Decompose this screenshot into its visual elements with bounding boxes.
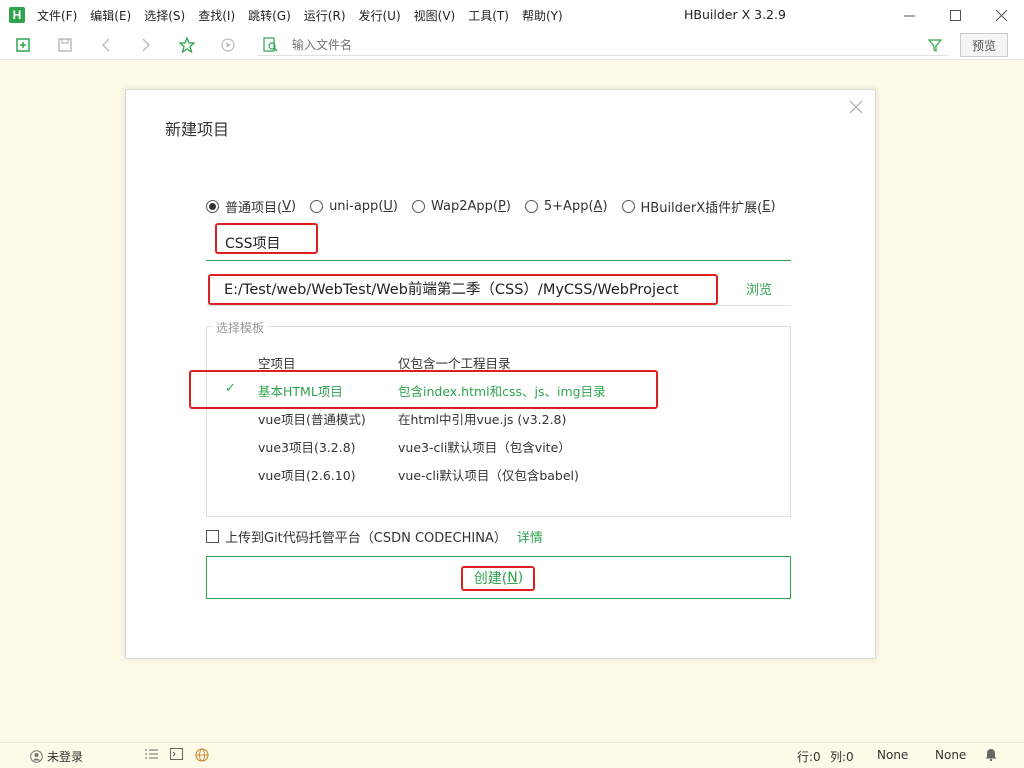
highlight-box-create: [461, 566, 535, 591]
git-detail-link[interactable]: 详情: [517, 527, 543, 546]
browse-link[interactable]: 浏览: [746, 279, 772, 298]
template-name: vue3项目(3.2.8): [258, 440, 356, 455]
template-desc: vue-cli默认项目（仅包含babel): [398, 468, 579, 483]
template-desc: 在html中引用vue.js (v3.2.8): [398, 412, 567, 427]
radio-unchecked-icon: [621, 200, 635, 213]
menu-tools[interactable]: 工具(T): [468, 7, 509, 24]
radio-hotkey: P: [497, 199, 506, 214]
radio-hotkey: E: [762, 199, 771, 214]
close-icon: [849, 100, 863, 114]
git-upload-label: 上传到Git代码托管平台（CSDN CODECHINA）: [225, 531, 507, 546]
template-row-vue-normal[interactable]: vue项目(普通模式) 在html中引用vue.js (v3.2.8): [207, 409, 790, 429]
col-indicator: 列:0: [830, 750, 854, 764]
filter-icon[interactable]: [926, 36, 944, 54]
toolbar: 预览: [0, 30, 1024, 60]
globe-icon[interactable]: [195, 748, 209, 765]
forward-icon[interactable]: [137, 36, 155, 54]
save-icon[interactable]: [56, 36, 74, 54]
radio-checked-icon: [206, 200, 219, 213]
git-upload-checkbox[interactable]: 上传到Git代码托管平台（CSDN CODECHINA） 详情: [206, 527, 543, 546]
radio-normal-project[interactable]: 普通项目(V): [206, 197, 296, 216]
close-icon: [995, 9, 1007, 21]
radio-paren: ): [505, 199, 511, 214]
template-name: vue项目(2.6.10): [258, 468, 356, 483]
template-name: vue项目(普通模式): [258, 412, 366, 427]
user-icon: [30, 750, 43, 763]
radio-paren: ): [770, 199, 776, 214]
user-status[interactable]: 未登录: [30, 748, 83, 765]
menu-select[interactable]: 选择(S): [144, 7, 185, 24]
radio-wap2app[interactable]: Wap2App(P): [411, 197, 511, 216]
radio-hotkey: U: [383, 199, 393, 214]
bell-icon[interactable]: [985, 748, 997, 764]
template-row-vue2[interactable]: vue项目(2.6.10) vue-cli默认项目（仅包含babel): [207, 465, 790, 485]
radio-paren: ): [602, 199, 608, 214]
maximize-button[interactable]: [932, 0, 978, 30]
project-type-radio-group: 普通项目(V) uni-app(U) Wap2App(P) 5+App(A) H…: [206, 197, 790, 216]
menu-bar: 文件(F) 编辑(E) 选择(S) 查找(I) 跳转(G) 运行(R) 发行(U…: [37, 7, 576, 24]
radio-hotkey: A: [593, 199, 603, 214]
menu-find[interactable]: 查找(I): [198, 7, 235, 24]
dialog-title: 新建项目: [165, 120, 230, 139]
template-list: 空项目 仅包含一个工程目录 ✓ 基本HTML项目 包含index.html和cs…: [206, 326, 791, 517]
star-icon[interactable]: [178, 36, 196, 54]
menu-view[interactable]: 视图(V): [414, 7, 456, 24]
minimize-icon: [903, 15, 915, 16]
menu-run[interactable]: 运行(R): [304, 7, 346, 24]
radio-unchecked-icon: [524, 200, 538, 213]
language-indicator[interactable]: None: [935, 748, 966, 762]
login-label: 未登录: [47, 750, 84, 764]
encoding-indicator[interactable]: None: [877, 748, 908, 762]
menu-goto[interactable]: 跳转(G): [248, 7, 291, 24]
title-bar: H 文件(F) 编辑(E) 选择(S) 查找(I) 跳转(G) 运行(R) 发行…: [0, 0, 1024, 30]
hbuilder-logo-icon: H: [9, 7, 25, 23]
window-title: HBuilder X 3.2.9: [684, 7, 786, 22]
menu-publish[interactable]: 发行(U): [359, 7, 401, 24]
radio-paren: ): [290, 199, 297, 214]
new-file-icon[interactable]: [14, 36, 32, 54]
status-bar: 未登录 行:0 列:0 None None: [0, 742, 1024, 768]
radio-label: 普通项目(: [225, 201, 283, 216]
radio-hotkey: V: [282, 199, 291, 214]
template-row-vue3[interactable]: vue3项目(3.2.8) vue3-cli默认项目（包含vite）: [207, 437, 790, 457]
radio-paren: ): [392, 199, 398, 214]
dialog-close-button[interactable]: [849, 98, 863, 119]
run-icon[interactable]: [219, 36, 237, 54]
menu-file[interactable]: 文件(F): [37, 7, 77, 24]
radio-5plus-app[interactable]: 5+App(A): [524, 197, 608, 216]
terminal-icon[interactable]: [170, 748, 183, 763]
minimize-button[interactable]: [886, 0, 932, 30]
radio-label: Wap2App(: [430, 199, 498, 214]
checkbox-unchecked-icon: [206, 530, 219, 543]
file-name-input[interactable]: [258, 34, 948, 56]
highlight-box-template: [189, 370, 658, 409]
list-icon[interactable]: [145, 748, 158, 763]
back-icon[interactable]: [97, 36, 115, 54]
radio-hbuilderx-plugin[interactable]: HBuilderX插件扩展(E): [621, 197, 776, 216]
radio-label: 5+App(: [543, 199, 594, 214]
template-legend: 选择模板: [212, 319, 269, 336]
radio-uni-app[interactable]: uni-app(U): [310, 197, 398, 216]
radio-label: uni-app(: [329, 199, 384, 214]
menu-edit[interactable]: 编辑(E): [90, 7, 131, 24]
radio-unchecked-icon: [310, 200, 324, 213]
radio-unchecked-icon: [411, 200, 425, 213]
row-indicator: 行:0: [797, 750, 821, 764]
highlight-box-name: [215, 223, 318, 254]
menu-help[interactable]: 帮助(Y): [522, 7, 563, 24]
window-controls: [886, 0, 1024, 30]
radio-label: HBuilderX插件扩展(: [640, 201, 763, 216]
highlight-box-path: [208, 274, 718, 305]
new-project-dialog: 新建项目 普通项目(V) uni-app(U) Wap2App(P) 5+App…: [125, 89, 876, 659]
template-desc: vue3-cli默认项目（包含vite）: [398, 440, 571, 455]
preview-button[interactable]: 预览: [960, 33, 1008, 57]
maximize-icon: [949, 9, 961, 21]
close-window-button[interactable]: [978, 0, 1024, 30]
